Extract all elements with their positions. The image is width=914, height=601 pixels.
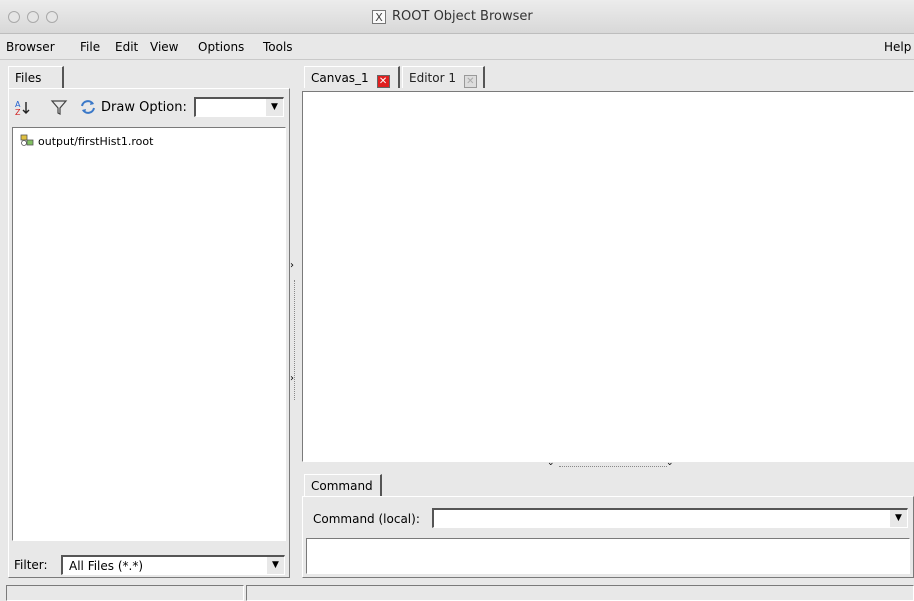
tree-item[interactable]: output/firstHist1.root	[20, 133, 153, 150]
menubar: Browser File Edit View Options Tools Hel…	[0, 34, 914, 60]
menu-edit[interactable]: Edit	[115, 40, 138, 54]
refresh-icon[interactable]	[79, 98, 97, 116]
tab-command-label: Command	[311, 479, 373, 493]
chevron-down-icon[interactable]: ▼	[889, 510, 907, 527]
filter-icon[interactable]	[50, 98, 68, 116]
filter-combo[interactable]: All Files (*.*) ▼	[61, 555, 285, 575]
tab-files[interactable]: Files	[8, 66, 64, 88]
tab-files-label: Files	[15, 71, 42, 85]
tab-editor-1[interactable]: Editor 1 ✕	[402, 66, 485, 88]
draw-option-label: Draw Option:	[101, 100, 187, 115]
svg-text:Z: Z	[15, 108, 21, 116]
vertical-splitter[interactable]: › ›	[290, 90, 300, 578]
filter-value: All Files (*.*)	[69, 559, 144, 573]
chevron-down-icon[interactable]: ▼	[266, 557, 284, 574]
minimize-window-button[interactable]	[27, 11, 39, 23]
close-tab-icon-disabled: ✕	[463, 75, 477, 88]
tab-canvas-1[interactable]: Canvas_1 ✕	[304, 66, 400, 88]
menu-browser[interactable]: Browser	[6, 40, 55, 54]
menu-file[interactable]: File	[80, 40, 100, 54]
window-titlebar: X ROOT Object Browser	[0, 0, 914, 34]
menu-view[interactable]: View	[150, 40, 178, 54]
tab-canvas-1-label: Canvas_1	[311, 71, 369, 85]
menu-help[interactable]: Help	[884, 40, 911, 54]
tab-editor-1-label: Editor 1	[409, 71, 456, 85]
draw-option-combo[interactable]: ▼	[194, 97, 284, 117]
menu-options[interactable]: Options	[198, 40, 244, 54]
menu-tools[interactable]: Tools	[263, 40, 293, 54]
collapse-down-icon[interactable]: ⌄	[547, 458, 555, 468]
filter-label: Filter:	[14, 558, 48, 572]
expand-right-icon[interactable]: ›	[290, 260, 294, 271]
command-output	[306, 538, 910, 574]
window-title: X ROOT Object Browser	[372, 9, 533, 24]
status-bar-right	[246, 585, 914, 601]
horizontal-splitter[interactable]: ⌄ ⌄	[302, 458, 914, 472]
collapse-down-icon-2[interactable]: ⌄	[666, 458, 674, 468]
x11-icon: X	[372, 9, 386, 24]
command-combo[interactable]: ▼	[432, 508, 908, 528]
file-tree[interactable]	[12, 127, 286, 541]
chevron-down-icon[interactable]: ▼	[265, 99, 283, 116]
root-file-icon	[20, 133, 36, 150]
close-window-button[interactable]	[8, 11, 20, 23]
command-label: Command (local):	[313, 512, 420, 526]
window-title-text: ROOT Object Browser	[392, 9, 533, 24]
status-bar-left	[6, 585, 244, 601]
tab-command[interactable]: Command	[304, 474, 382, 496]
canvas-area[interactable]	[302, 91, 914, 462]
zoom-window-button[interactable]	[46, 11, 58, 23]
tree-item-label: output/firstHist1.root	[38, 135, 154, 148]
sort-icon[interactable]: AZ	[14, 98, 32, 117]
expand-right-icon-2[interactable]: ›	[290, 373, 294, 384]
close-tab-icon[interactable]: ✕	[376, 75, 390, 88]
